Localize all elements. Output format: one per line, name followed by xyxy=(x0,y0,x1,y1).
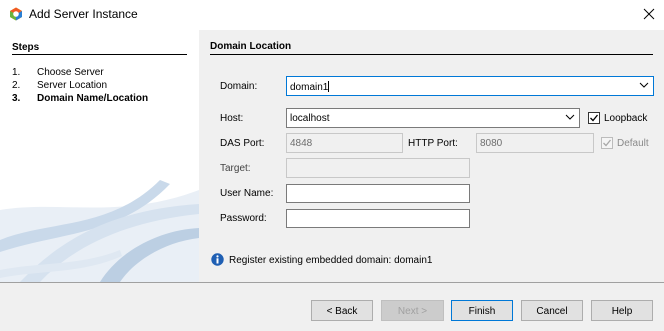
password-label: Password: xyxy=(220,213,267,224)
chevron-down-icon[interactable] xyxy=(639,81,649,89)
step-label: Domain Name/Location xyxy=(37,93,149,104)
host-combobox[interactable]: localhost xyxy=(286,108,580,128)
http-port-label: HTTP Port: xyxy=(408,138,458,149)
step-number: 2. xyxy=(12,80,21,91)
step-label: Server Location xyxy=(37,80,108,91)
app-logo-icon xyxy=(10,7,22,21)
info-message: Register existing embedded domain: domai… xyxy=(229,255,433,266)
username-input[interactable] xyxy=(286,184,470,203)
back-button[interactable]: < Back xyxy=(311,300,373,321)
step-label: Choose Server xyxy=(37,67,104,78)
text-cursor xyxy=(328,81,330,92)
domain-label: Domain: xyxy=(220,81,258,92)
username-label: User Name: xyxy=(220,188,274,199)
domain-value-wrapper: domain1 xyxy=(290,81,330,93)
target-label: Target: xyxy=(220,163,251,174)
decorative-swoosh-graphic xyxy=(0,180,199,282)
steps-title: Steps xyxy=(12,42,40,53)
host-label: Host: xyxy=(220,113,244,124)
info-icon xyxy=(211,253,224,266)
default-checkbox xyxy=(601,137,613,149)
loopback-checkbox[interactable] xyxy=(588,112,600,124)
steps-panel: Steps 1. Choose Server 2. Server Locatio… xyxy=(0,30,199,282)
window-title: Add Server Instance xyxy=(29,7,138,21)
content-panel: Domain Location Domain: domain1 Host: lo… xyxy=(199,30,664,282)
help-button[interactable]: Help xyxy=(591,300,653,321)
http-port-input xyxy=(476,133,594,153)
domain-combobox[interactable]: domain1 xyxy=(286,76,654,96)
chevron-down-icon[interactable] xyxy=(565,113,575,121)
das-port-label: DAS Port: xyxy=(220,138,265,149)
password-input[interactable] xyxy=(286,209,470,228)
panel-title: Domain Location xyxy=(210,41,292,52)
check-icon xyxy=(590,114,599,122)
panel-divider xyxy=(210,54,653,55)
default-label: Default xyxy=(617,138,649,149)
next-button: Next > xyxy=(381,300,444,321)
das-port-input xyxy=(286,133,403,153)
check-icon xyxy=(603,139,612,147)
target-input xyxy=(286,158,470,178)
loopback-label: Loopback xyxy=(604,113,648,124)
host-value: localhost xyxy=(290,113,330,124)
close-icon[interactable] xyxy=(642,7,656,21)
finish-button[interactable]: Finish xyxy=(451,300,513,321)
cancel-button[interactable]: Cancel xyxy=(521,300,583,321)
steps-divider xyxy=(12,54,187,55)
domain-value: domain1 xyxy=(290,82,329,93)
title-bar: Add Server Instance xyxy=(0,0,664,30)
step-number: 1. xyxy=(12,67,21,78)
step-number: 3. xyxy=(12,93,21,104)
